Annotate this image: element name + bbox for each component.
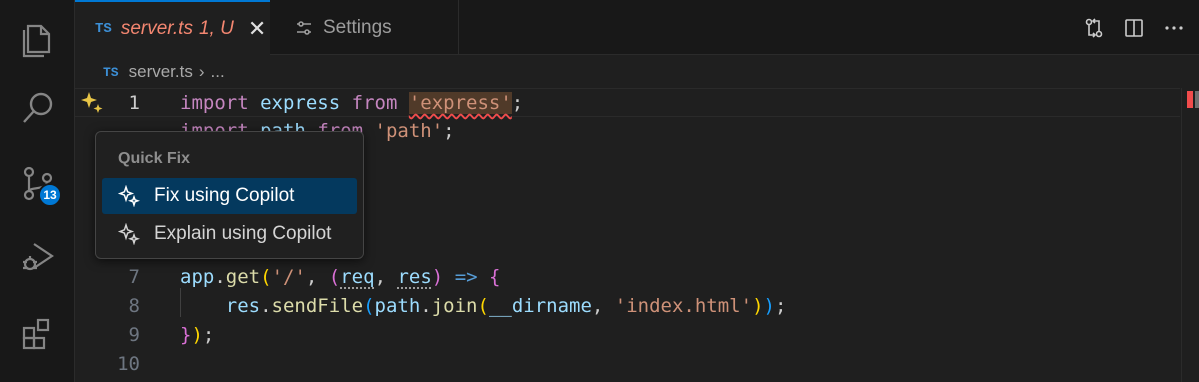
quick-fix-menu: Quick Fix Fix using Copilot Explain usin… [95,131,364,259]
line-number: 10 [117,353,140,375]
line-number: 8 [128,295,140,317]
error-marker [1187,91,1193,108]
tab-label: Settings [323,16,392,38]
editor-actions [1083,0,1185,55]
copilot-sparkle-icon [118,223,140,245]
explain-using-copilot-item[interactable]: Explain using Copilot [102,216,357,252]
quick-fix-label: Explain using Copilot [154,223,332,244]
quick-fix-label: Fix using Copilot [154,185,295,206]
extensions-icon[interactable] [0,304,75,364]
tab-settings[interactable]: Settings [271,0,459,55]
code-text: app.get('/', (req, res) => { [180,266,501,288]
source-control-icon[interactable]: 13 [0,153,75,213]
fix-using-copilot-item[interactable]: Fix using Copilot [102,178,357,214]
breadcrumb: TS server.ts › ... [103,58,225,86]
activity-bar: 13 [0,0,75,382]
source-control-badge: 13 [38,183,62,207]
search-icon[interactable] [0,78,75,138]
run-debug-icon[interactable] [0,226,75,286]
typescript-icon: TS [95,20,112,37]
explorer-icon[interactable] [0,8,75,68]
line-number: 1 [128,92,140,114]
code-line[interactable]: 10 [75,350,1180,379]
line-number: 7 [128,266,140,288]
code-line[interactable]: 7 app.get('/', (req, res) => { [75,263,1180,292]
code-text: import express from 'express'; [180,92,524,114]
more-actions-icon[interactable] [1163,17,1185,39]
copilot-sparkle-icon [118,185,140,207]
scroll-thumb[interactable] [1195,91,1199,108]
breadcrumb-file[interactable]: server.ts [129,62,193,82]
code-text: res.sendFile(path.join(__dirname, 'index… [225,295,787,317]
compare-changes-icon[interactable] [1083,17,1105,39]
code-line[interactable]: 8 res.sendFile(path.join(__dirname, 'ind… [75,292,1180,321]
tab-server-ts[interactable]: TS server.ts 1, U ✕ [75,0,270,55]
tab-bar: TS server.ts 1, U ✕ Settings [75,0,1199,55]
code-text: }); [180,324,215,346]
line-number: 9 [128,324,140,346]
quick-fix-title: Quick Fix [118,150,191,167]
split-editor-icon[interactable] [1123,17,1145,39]
breadcrumb-separator: › [198,62,205,81]
breadcrumb-more[interactable]: ... [211,62,225,82]
tab-label: server.ts 1, U [120,17,234,39]
code-line[interactable]: 9 }); [75,321,1180,350]
overview-ruler[interactable] [1181,88,1199,382]
code-line[interactable]: 1 import express from 'express'; [75,88,1180,117]
settings-icon [295,19,313,37]
typescript-icon: TS [103,64,119,80]
close-icon[interactable]: ✕ [248,16,266,42]
